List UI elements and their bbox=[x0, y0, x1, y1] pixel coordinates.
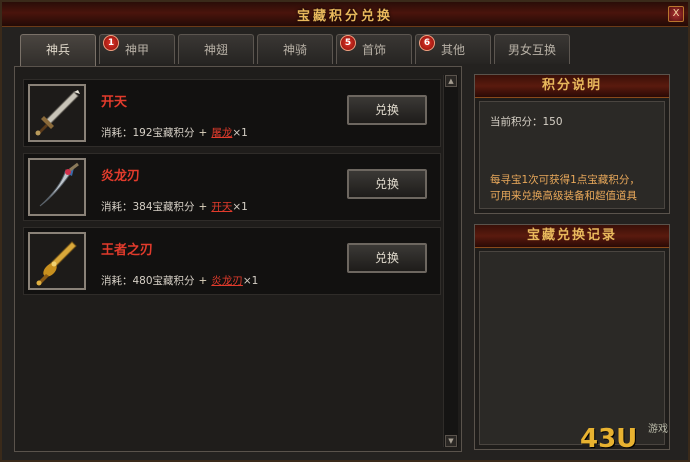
cost-plus: + bbox=[198, 275, 208, 287]
list-item: 开天 消耗：192宝藏积分 + 屠龙×1 兑换 bbox=[23, 79, 441, 147]
tab-label: 神甲 bbox=[124, 43, 149, 57]
exchange-button[interactable]: 兑换 bbox=[347, 243, 427, 273]
exchange-records-header: 宝藏兑换记录 bbox=[475, 225, 669, 248]
required-item-link[interactable]: 屠龙 bbox=[211, 127, 232, 139]
points-info-header: 积分说明 bbox=[475, 75, 669, 98]
item-name: 王者之刃 bbox=[101, 243, 154, 258]
cost-text: 消耗：384宝藏积分 bbox=[101, 201, 195, 213]
desc-line: 每寻宝1次可获得1点宝藏积分， bbox=[490, 174, 640, 186]
item-name: 开天 bbox=[101, 95, 128, 110]
tab-label: 其他 bbox=[440, 43, 465, 57]
points-info-panel: 积分说明 当前积分：150 每寻宝1次可获得1点宝藏积分， 可用来兑换高级装备和… bbox=[474, 74, 670, 214]
cost-text: 消耗：192宝藏积分 bbox=[101, 127, 195, 139]
required-item-link[interactable]: 炎龙刃 bbox=[211, 275, 243, 287]
tab-shenbing[interactable]: 神兵 bbox=[20, 34, 96, 67]
item-cost: 消耗：192宝藏积分 + 屠龙×1 bbox=[101, 125, 248, 140]
list-item: 炎龙刃 消耗：384宝藏积分 + 开天×1 兑换 bbox=[23, 153, 441, 221]
points-description: 每寻宝1次可获得1点宝藏积分， 可用来兑换高级装备和超值道具 bbox=[490, 172, 660, 204]
points-info-body: 当前积分：150 每寻宝1次可获得1点宝藏积分， 可用来兑换高级装备和超值道具 bbox=[479, 101, 665, 209]
close-button[interactable]: X bbox=[668, 6, 684, 22]
scroll-up-icon[interactable]: ▲ bbox=[445, 75, 457, 87]
item-name: 炎龙刃 bbox=[101, 169, 141, 184]
notification-badge: 6 bbox=[419, 35, 435, 51]
current-points: 当前积分：150 bbox=[490, 116, 563, 128]
cost-plus: + bbox=[198, 201, 208, 213]
tab-gender-swap[interactable]: 男女互换 bbox=[494, 34, 570, 64]
site-logo: 43U bbox=[580, 424, 638, 454]
required-qty: ×1 bbox=[232, 127, 248, 139]
required-item-link[interactable]: 开天 bbox=[211, 201, 232, 213]
cost-plus: + bbox=[198, 127, 208, 139]
exchange-button[interactable]: 兑换 bbox=[347, 95, 427, 125]
cost-text: 消耗：480宝藏积分 bbox=[101, 275, 195, 287]
scroll-down-icon[interactable]: ▼ bbox=[445, 435, 457, 447]
window-title: 宝藏积分兑换 bbox=[296, 9, 393, 24]
exchange-window: 宝藏积分兑换 X 神兵 神甲 1 神翅 神骑 首饰 5 其他 6 男女互换 开天… bbox=[0, 0, 690, 462]
broad-sword-icon[interactable] bbox=[28, 84, 86, 142]
title-bar: 宝藏积分兑换 X bbox=[2, 2, 688, 27]
desc-line: 可用来兑换高级装备和超值道具 bbox=[490, 190, 637, 202]
item-cost: 消耗：384宝藏积分 + 开天×1 bbox=[101, 199, 248, 214]
site-logo-sub: 游戏 bbox=[648, 424, 668, 435]
list-item: 王者之刃 消耗：480宝藏积分 + 炎龙刃×1 兑换 bbox=[23, 227, 441, 295]
tab-label: 首饰 bbox=[361, 43, 386, 57]
exchange-records-panel: 宝藏兑换记录 bbox=[474, 224, 670, 450]
required-qty: ×1 bbox=[242, 275, 259, 287]
tab-shenqi[interactable]: 神骑 bbox=[257, 34, 333, 64]
item-list-panel: 开天 消耗：192宝藏积分 + 屠龙×1 兑换 炎龙刃 消耗：384宝藏积分 + 开天×… bbox=[14, 66, 462, 452]
required-qty: ×1 bbox=[232, 201, 248, 213]
golden-blade-icon[interactable] bbox=[28, 232, 86, 290]
exchange-button[interactable]: 兑换 bbox=[347, 169, 427, 199]
tab-shenchi[interactable]: 神翅 bbox=[178, 34, 254, 64]
exchange-records-body bbox=[479, 251, 665, 445]
list-scrollbar[interactable]: ▲ ▼ bbox=[443, 75, 458, 447]
notification-badge: 1 bbox=[103, 35, 119, 51]
item-cost: 消耗：480宝藏积分 + 炎龙刃×1 bbox=[101, 273, 258, 288]
curved-blade-icon[interactable] bbox=[28, 158, 86, 216]
notification-badge: 5 bbox=[340, 35, 356, 51]
